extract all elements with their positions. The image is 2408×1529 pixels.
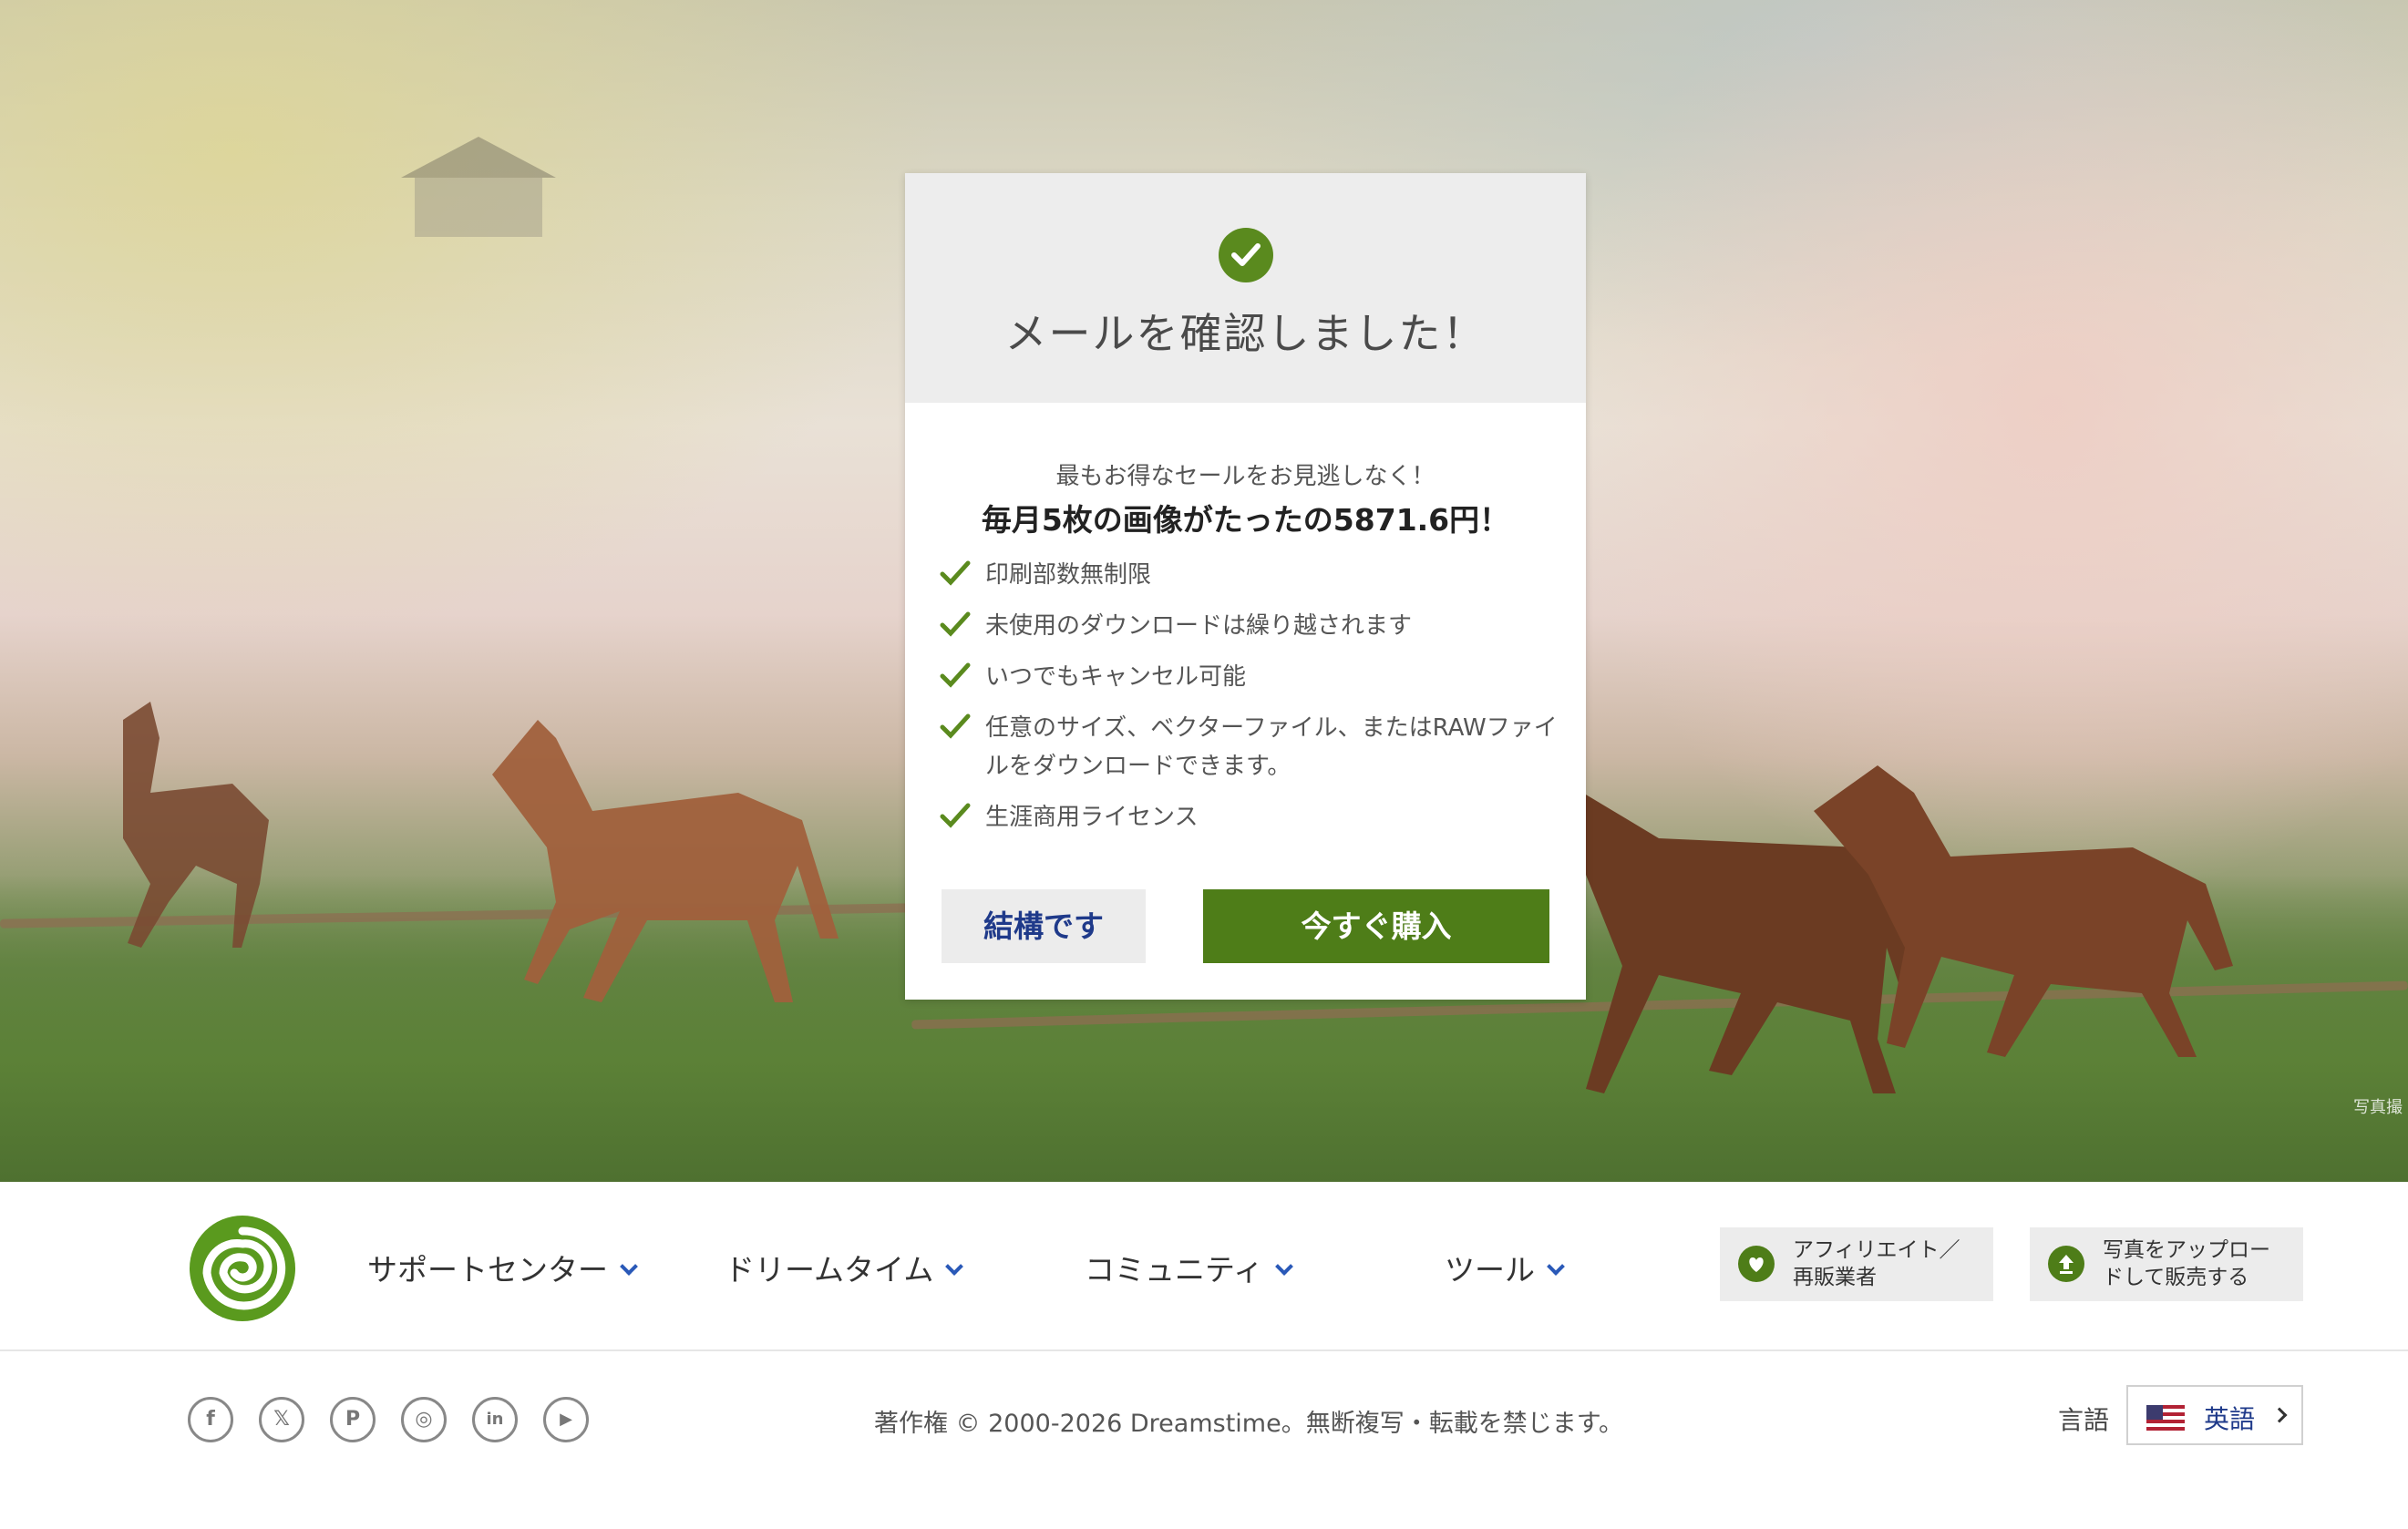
feature-list: 印刷部数無制限 未使用のダウンロードは繰り越されます いつでもキャンセル可能 任…: [940, 556, 1559, 849]
nav-support-center[interactable]: サポートセンター: [367, 1246, 638, 1289]
affiliate-label-line2: 再販業者: [1793, 1266, 1877, 1289]
chevron-down-icon: [1547, 1257, 1565, 1276]
modal-title: メールを確認しました！: [1004, 309, 1487, 358]
feature-text: いつでもキャンセル可能: [985, 663, 1247, 691]
chevron-down-icon: [1275, 1257, 1293, 1276]
feature-item: 印刷部数無制限: [940, 556, 1559, 594]
promo-subtitle: 最もお得なセールをお見逃しなく！: [1055, 463, 1436, 490]
photo-credit: 写真撮 ハナテ: [2353, 1098, 2408, 1117]
affiliate-label-line1: アフィリエイト／: [1793, 1238, 1960, 1262]
upload-icon: [2048, 1246, 2084, 1282]
check-icon: [940, 611, 971, 637]
feature-text: 未使用のダウンロードは繰り越されます: [985, 612, 1413, 640]
feature-item: 任意のサイズ、ベクターファイル、またはRAWファイルをダウンロードできます。: [940, 709, 1559, 785]
promo-offer: 毎月5枚の画像がたったの5871.6円！: [981, 502, 1510, 538]
horse-image: [123, 702, 269, 948]
language-label: 言語: [2058, 1405, 2110, 1435]
affiliate-button[interactable]: アフィリエイト／ 再販業者: [1720, 1227, 1993, 1301]
linkedin-icon[interactable]: in: [472, 1397, 518, 1442]
check-icon: [940, 560, 971, 586]
email-confirmed-modal: メールを確認しました！ 最もお得なセールをお見逃しなく！ 毎月5枚の画像がたった…: [905, 173, 1586, 1000]
nav-community[interactable]: コミュニティ: [1085, 1246, 1293, 1289]
feature-item: いつでもキャンセル可能: [940, 658, 1559, 696]
upload-sell-button[interactable]: 写真をアップロー ドして販売する: [2030, 1227, 2303, 1301]
nav-label: ドリームタイム: [725, 1252, 934, 1288]
buy-now-button[interactable]: 今すぐ購入: [1203, 889, 1549, 963]
feature-item: 未使用のダウンロードは繰り越されます: [940, 607, 1559, 645]
house-silhouette: [401, 137, 556, 237]
nav-label: サポートセンター: [367, 1252, 608, 1288]
copyright-text: 著作権 © 2000-2026 Dreamstime。無断複写・転載を禁じます。: [873, 1410, 1624, 1438]
us-flag-icon: [2146, 1405, 2185, 1431]
fog-layer: [0, 0, 1003, 683]
modal-header: [905, 173, 1586, 403]
pinterest-icon[interactable]: P: [330, 1397, 376, 1442]
x-icon[interactable]: 𝕏: [259, 1397, 304, 1442]
youtube-icon[interactable]: ▶: [543, 1397, 589, 1442]
upload-label-line1: 写真をアップロー: [2103, 1238, 2270, 1262]
feature-text: 生涯商用ライセンス: [985, 804, 1199, 831]
success-check-icon: [1219, 228, 1273, 282]
nav-label: コミュニティ: [1085, 1252, 1264, 1288]
instagram-icon[interactable]: ◎: [401, 1397, 447, 1442]
feature-item: 生涯商用ライセンス: [940, 798, 1559, 836]
facebook-icon[interactable]: f: [188, 1397, 233, 1442]
horse-image: [492, 720, 839, 1002]
decline-button[interactable]: 結構です: [942, 889, 1146, 963]
check-icon: [940, 803, 971, 828]
chevron-down-icon: [620, 1257, 638, 1276]
footer-nav: サポートセンター ドリームタイム コミュニティ ツール アフィリエイト／ 再販業…: [0, 1182, 2408, 1351]
feature-text: 印刷部数無制限: [985, 561, 1152, 589]
feature-text: 任意のサイズ、ベクターファイル、またはRAWファイルをダウンロードできます。: [985, 714, 1558, 780]
nav-dreamtime[interactable]: ドリームタイム: [725, 1246, 964, 1289]
nav-tools[interactable]: ツール: [1445, 1246, 1565, 1289]
dreamstime-logo[interactable]: [187, 1213, 298, 1324]
footer-bottom: f 𝕏 P ◎ in ▶ 著作権 © 2000-2026 Dreamstime。…: [0, 1353, 2408, 1529]
check-icon: [940, 713, 971, 739]
language-value: 英語: [2204, 1404, 2256, 1434]
upload-label-line2: ドして販売する: [2103, 1266, 2249, 1289]
chevron-down-icon: [945, 1257, 964, 1276]
nav-label: ツール: [1445, 1252, 1535, 1288]
horse-image: [1814, 765, 2233, 1057]
heart-chat-icon: [1738, 1246, 1775, 1282]
language-selector[interactable]: 英語: [2126, 1385, 2303, 1445]
check-icon: [940, 662, 971, 688]
chevron-right-icon: [2271, 1407, 2288, 1423]
